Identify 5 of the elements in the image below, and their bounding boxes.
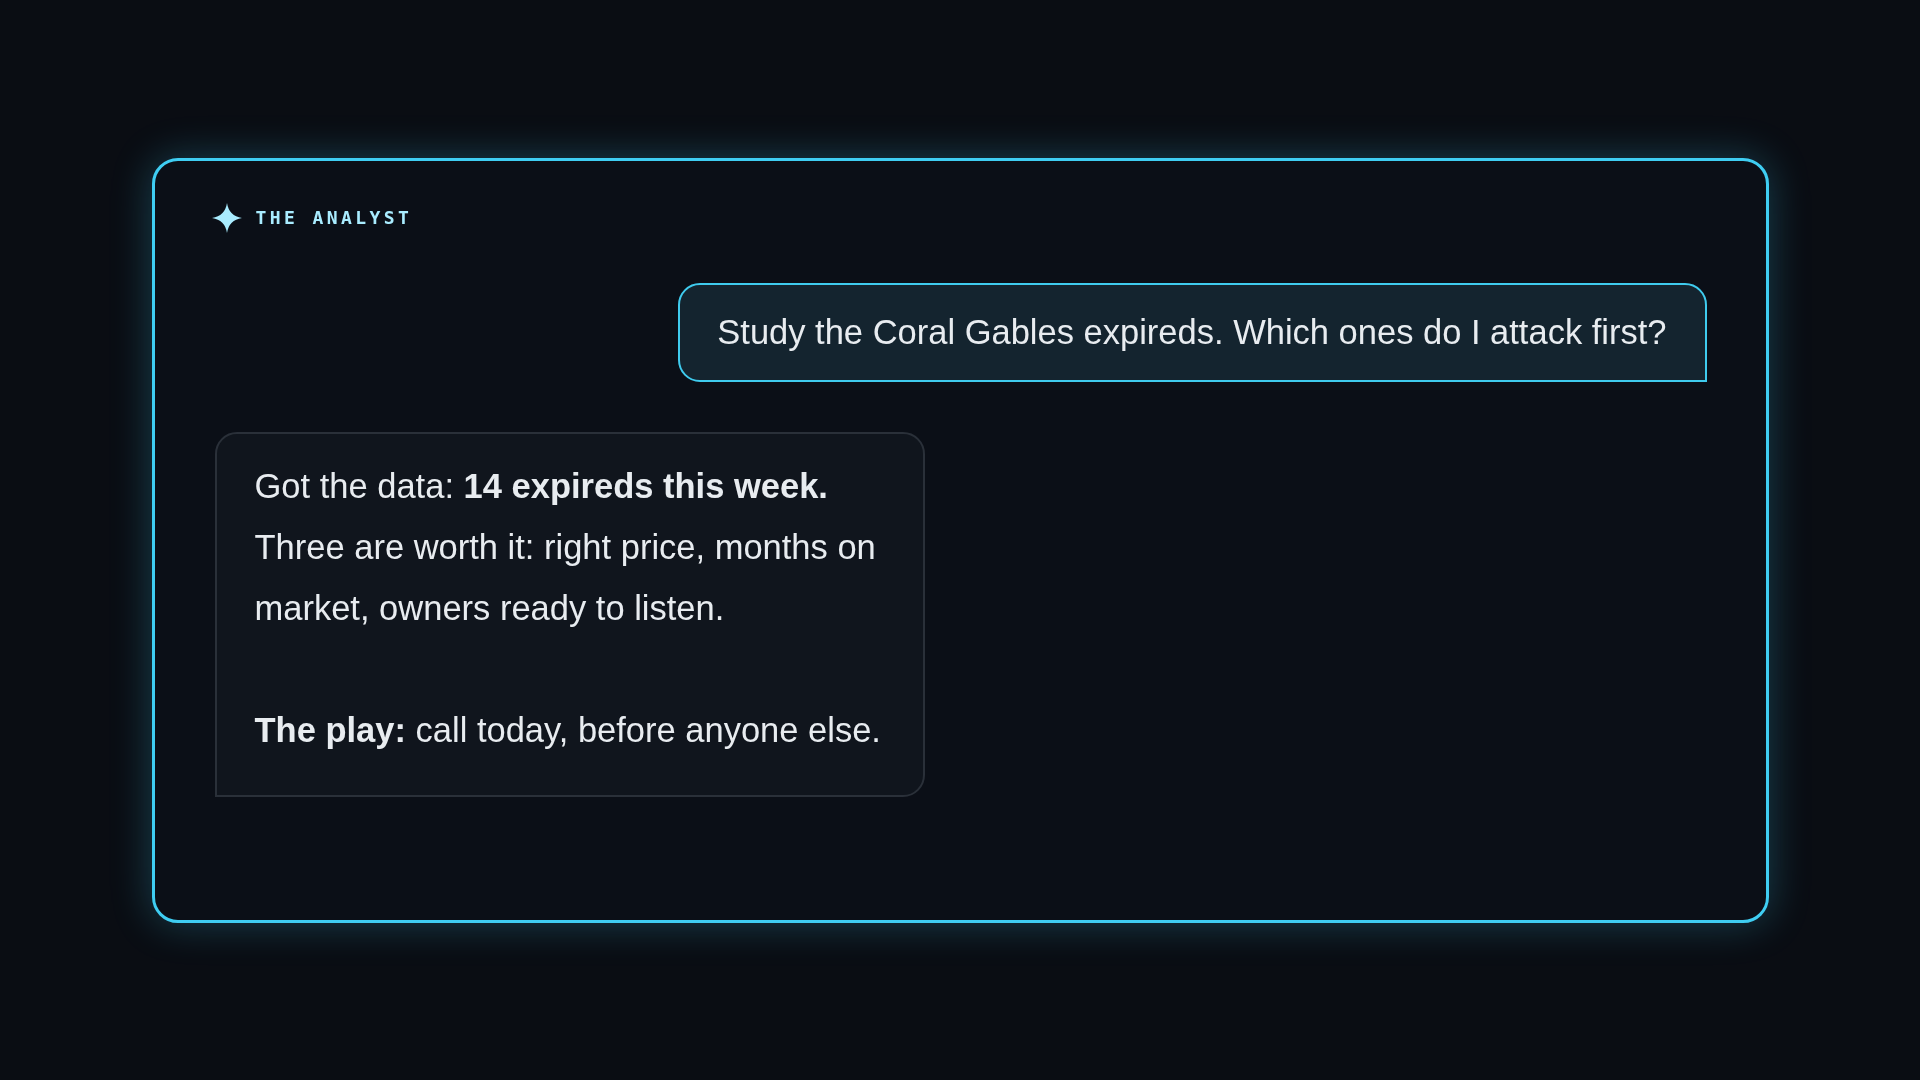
assistant-name: THE ANALYST	[255, 206, 413, 230]
message-text: The play: call today, before anyone else.	[254, 709, 882, 751]
message-text: Study the Coral Gables expireds. Which ones do I attack first?	[717, 311, 1667, 353]
message-text: Got the data: 14 expireds this week. Three are worth it: right price, months on market, owners ready to listen.	[254, 465, 877, 629]
sparkle-icon	[211, 202, 242, 233]
